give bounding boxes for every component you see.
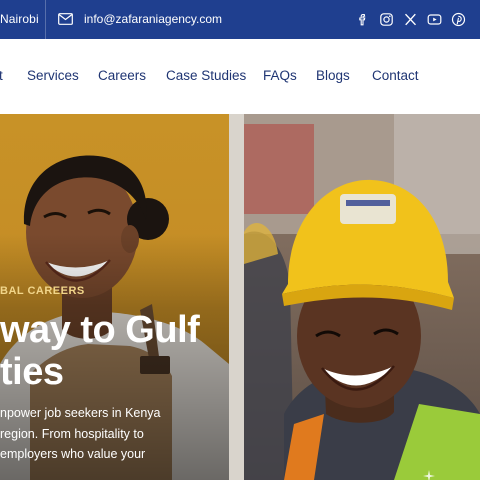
- envelope-icon: [58, 13, 73, 25]
- location-text: Nairobi: [0, 12, 39, 26]
- hero-section: BAL CAREERS way to Gulf ties npower job …: [0, 114, 480, 480]
- hero-photo-worker: [244, 114, 480, 480]
- nav-item-contact[interactable]: Contact: [372, 68, 419, 83]
- hero-description-line1: npower job seekers in Kenya: [0, 406, 161, 420]
- email-link[interactable]: info@zafaraniagency.com: [84, 12, 222, 26]
- nav-item-careers[interactable]: Careers: [98, 68, 146, 83]
- hero-headline-line1: way to Gulf: [0, 309, 200, 351]
- nav-item-blogs[interactable]: Blogs: [316, 68, 350, 83]
- hero-description-line3: employers who value your: [0, 447, 146, 461]
- facebook-icon[interactable]: [355, 12, 370, 27]
- sparkle-icon: [423, 469, 435, 480]
- main-navigation: t Services Careers Case Studies FAQs Blo…: [0, 39, 480, 114]
- nav-item-case-studies[interactable]: Case Studies: [166, 68, 246, 83]
- youtube-icon[interactable]: [427, 12, 442, 27]
- hero-eyebrow: BAL CAREERS: [0, 285, 85, 297]
- x-icon[interactable]: [403, 12, 418, 27]
- top-info-bar: Nairobi info@zafaraniagency.com: [0, 0, 480, 39]
- topbar-divider: [45, 0, 46, 39]
- pinterest-icon[interactable]: [451, 12, 466, 27]
- nav-item-faqs[interactable]: FAQs: [263, 68, 297, 83]
- hero-description-line2: region. From hospitality to: [0, 427, 144, 441]
- nav-item-services[interactable]: Services: [27, 68, 79, 83]
- nav-item-truncated[interactable]: t: [0, 68, 3, 83]
- hero-headline-line2: ties: [0, 351, 64, 393]
- hero-panel-divider: [229, 114, 244, 480]
- social-links: [355, 12, 466, 27]
- hero-photo-woman: BAL CAREERS way to Gulf ties npower job …: [0, 114, 229, 480]
- instagram-icon[interactable]: [379, 12, 394, 27]
